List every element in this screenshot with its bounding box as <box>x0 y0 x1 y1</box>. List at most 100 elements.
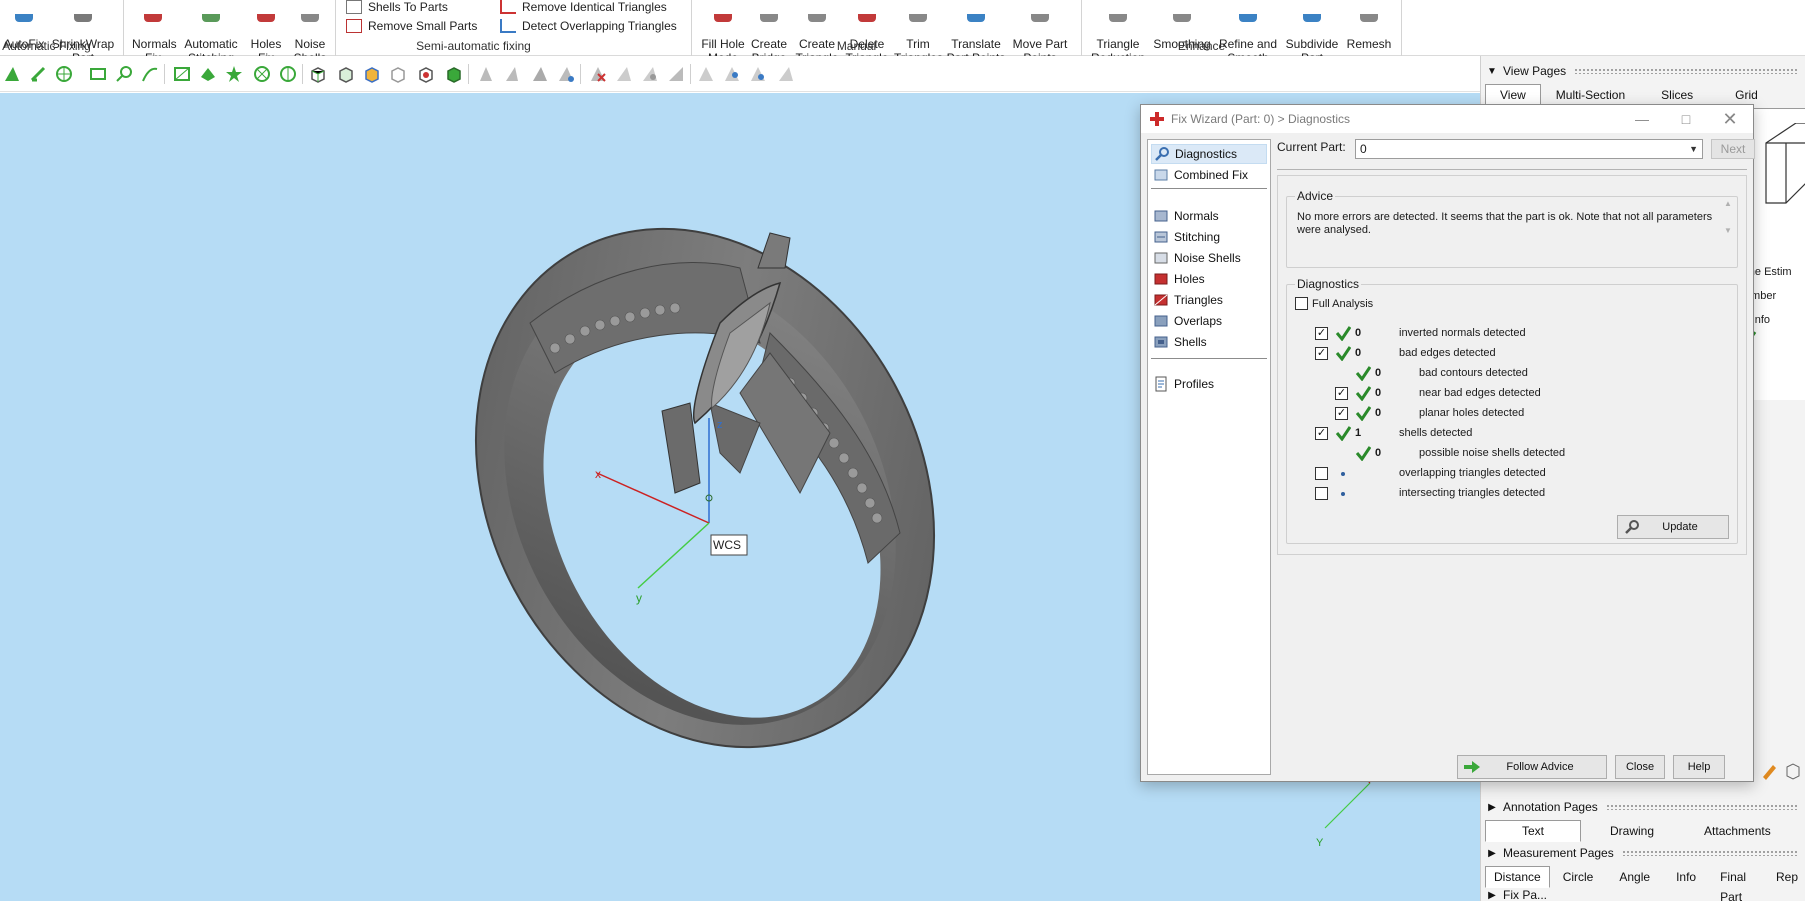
tab-slices[interactable]: Slices <box>1640 84 1714 106</box>
brush-tool-icon[interactable] <box>26 62 50 86</box>
nav-item-profiles[interactable]: Profiles <box>1151 374 1267 394</box>
diag-count: 0 <box>1375 447 1382 459</box>
point-tool-3-icon[interactable] <box>746 62 770 86</box>
nav-item-stitching[interactable]: Stitching <box>1151 227 1267 247</box>
group-label-automatic: Automatic Fixing <box>2 39 91 53</box>
diag-count: 0 <box>1355 327 1362 339</box>
sphere-select-icon[interactable] <box>52 62 76 86</box>
cube-front-icon[interactable] <box>306 62 330 86</box>
triangle-tool-5-icon[interactable] <box>612 62 636 86</box>
cube-green-icon[interactable] <box>442 62 466 86</box>
triangle-delete-icon[interactable] <box>586 62 610 86</box>
group-label-semi: Semi-automatic fixing <box>416 39 531 53</box>
tab-final-part[interactable]: Final Part <box>1709 866 1769 904</box>
diag-text: planar holes detected <box>1419 407 1525 419</box>
nav-item-holes[interactable]: Holes <box>1151 269 1267 289</box>
cube-top-icon[interactable] <box>334 62 358 86</box>
tab-grid[interactable]: Grid <box>1714 84 1779 106</box>
diag-row-checkbox[interactable]: ✓ <box>1315 327 1328 340</box>
ok-check-icon <box>1355 406 1371 421</box>
nav-item-normals[interactable]: Normals <box>1151 206 1267 226</box>
full-analysis-checkbox[interactable] <box>1295 297 1308 310</box>
diag-row-checkbox[interactable] <box>1315 487 1328 500</box>
surface-select-icon[interactable] <box>196 62 220 86</box>
diag-row-checkbox[interactable]: ✓ <box>1315 427 1328 440</box>
plane-select-icon[interactable] <box>170 62 194 86</box>
diag-count: 0 <box>1375 367 1382 379</box>
content-panel: Advice No more errors are detected. It s… <box>1277 175 1747 555</box>
current-part-select[interactable]: 0 ▼ <box>1355 139 1703 159</box>
tab-view[interactable]: View <box>1485 84 1541 106</box>
nav-item-triangles[interactable]: Triangles <box>1151 290 1267 310</box>
triangle-tool-6-icon[interactable] <box>638 62 662 86</box>
next-button[interactable]: Next <box>1711 139 1755 159</box>
measurement-pages-header[interactable]: ▶ Measurement Pages <box>1481 842 1805 864</box>
help-button[interactable]: Help <box>1673 755 1725 779</box>
lasso-select-icon[interactable] <box>112 62 136 86</box>
triangle-tool-2-icon[interactable] <box>500 62 524 86</box>
close-button[interactable]: Close <box>1615 755 1665 779</box>
grid-sphere-icon[interactable] <box>250 62 274 86</box>
remove-small-parts-button[interactable]: Remove Small Parts <box>346 19 477 33</box>
tab-distance[interactable]: Distance <box>1485 866 1550 888</box>
toolbar-separator <box>164 64 165 84</box>
tab-multi-section[interactable]: Multi-Section <box>1541 84 1640 106</box>
diag-row-checkbox[interactable]: ✓ <box>1315 347 1328 360</box>
full-analysis-checkbox-row[interactable]: Full Analysis <box>1295 297 1373 310</box>
chevron-down-icon: ▼ <box>1689 144 1698 154</box>
update-button[interactable]: Update <box>1617 515 1729 539</box>
triangle-tool-7-icon[interactable] <box>664 62 688 86</box>
cube-wire-icon[interactable] <box>386 62 410 86</box>
nav-item-shells[interactable]: Shells <box>1151 332 1267 352</box>
nav-item-combined-fix[interactable]: Combined Fix <box>1151 165 1267 185</box>
shells-icon <box>1154 336 1168 348</box>
cube-tool-icon[interactable] <box>1784 762 1802 780</box>
diag-row-checkbox[interactable]: ✓ <box>1335 387 1348 400</box>
fill-hole-icon <box>714 14 732 22</box>
tab-drawing[interactable]: Drawing <box>1581 820 1683 842</box>
tab-angle[interactable]: Angle <box>1606 866 1663 888</box>
remove-identical-triangles-button[interactable]: Remove Identical Triangles <box>500 0 667 14</box>
triangle-tool-1-icon[interactable] <box>474 62 498 86</box>
diag-row-checkbox[interactable] <box>1315 467 1328 480</box>
close-window-button[interactable]: ✕ <box>1715 109 1745 129</box>
tab-info[interactable]: Info <box>1663 866 1709 888</box>
diag-row-checkbox[interactable]: ✓ <box>1335 407 1348 420</box>
shells-to-parts-button[interactable]: Shells To Parts <box>346 0 448 14</box>
nav-item-overlaps[interactable]: Overlaps <box>1151 311 1267 331</box>
tab-rep[interactable]: Rep <box>1769 866 1805 888</box>
cube-color-icon[interactable] <box>360 62 384 86</box>
star-select-icon[interactable] <box>222 62 246 86</box>
cube-red-icon[interactable] <box>414 62 438 86</box>
tab-text[interactable]: Text <box>1485 820 1582 842</box>
overlaps-icon <box>1154 315 1168 327</box>
annotation-pages-header[interactable]: ▶ Annotation Pages <box>1481 796 1805 818</box>
maximize-button[interactable]: □ <box>1671 109 1701 129</box>
advice-scrollbar[interactable]: ▲ ▼ <box>1721 199 1735 241</box>
nav-item-noise-shells[interactable]: Noise Shells <box>1151 248 1267 268</box>
tab-circle[interactable]: Circle <box>1550 866 1607 888</box>
curve-select-icon[interactable] <box>138 62 162 86</box>
triangle-reduction-icon <box>1109 14 1127 22</box>
point-tool-2-icon[interactable] <box>720 62 744 86</box>
triangle-tool-3-icon[interactable] <box>528 62 552 86</box>
edit-tool-icon[interactable] <box>1760 762 1778 780</box>
point-tool-4-icon[interactable] <box>774 62 798 86</box>
triangle-tool-4-icon[interactable] <box>554 62 578 86</box>
ring-model[interactable] <box>388 148 1023 828</box>
point-tool-1-icon[interactable] <box>694 62 718 86</box>
shell-select-icon[interactable] <box>276 62 300 86</box>
minimize-button[interactable]: — <box>1627 109 1657 129</box>
dialog-titlebar[interactable]: Fix Wizard (Part: 0) > Diagnostics — □ ✕ <box>1141 105 1753 133</box>
detect-overlapping-triangles-button[interactable]: Detect Overlapping Triangles <box>500 19 677 33</box>
fix-pages-header[interactable]: ▶ Fix Pa... <box>1481 888 1805 902</box>
diag-count: 0 <box>1375 407 1382 419</box>
select-tool-icon[interactable] <box>0 62 24 86</box>
translate-part-points-icon <box>967 14 985 22</box>
nav-item-diagnostics[interactable]: Diagnostics <box>1151 144 1267 164</box>
view-pages-header[interactable]: ▼ View Pages <box>1481 60 1805 82</box>
rect-select-icon[interactable] <box>86 62 110 86</box>
refine-smooth-icon <box>1239 14 1257 22</box>
tab-attachments[interactable]: Attachments <box>1683 820 1792 842</box>
follow-advice-button[interactable]: Follow Advice <box>1457 755 1607 779</box>
